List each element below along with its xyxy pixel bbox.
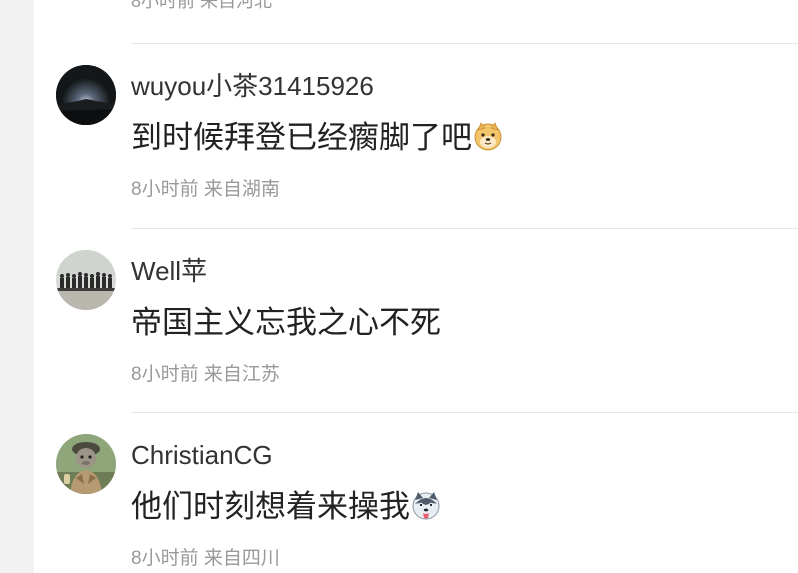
username[interactable]: Well苹 [131, 255, 207, 287]
comment-time: 8小时前 [131, 0, 196, 11]
comment-meta: 8小时前 来自四川 [131, 546, 280, 572]
comment-feed-page: 8小时前 来自河北 wuyou小茶31415926 到时候拜登已经瘸脚了吧 8小… [0, 0, 798, 573]
comment-text: 到时候拜登已经瘸脚了吧 [131, 120, 472, 155]
doge-icon [473, 121, 503, 151]
comment-location: 来自四川 [203, 548, 280, 569]
comment-text-row: 帝国主义忘我之心不死 [131, 303, 441, 343]
username[interactable]: ChristianCG [131, 439, 273, 471]
avatar-group-photo-image [56, 250, 116, 310]
previous-comment-meta: 8小时前 来自河北 [131, 0, 272, 13]
comment-meta: 8小时前 来自湖南 [131, 177, 280, 203]
husky-icon [411, 490, 441, 520]
avatar-night-sky-image [56, 65, 116, 125]
comment-item: ChristianCG 他们时刻想着来操我 8小时前 来自四川 [34, 413, 798, 573]
left-gutter [0, 0, 34, 573]
username[interactable]: wuyou小茶31415926 [131, 70, 374, 102]
comment-time: 8小时前 [131, 179, 199, 200]
comment-location: 来自江苏 [203, 364, 280, 385]
avatar[interactable] [56, 65, 116, 125]
comment-text-row: 他们时刻想着来操我 [131, 487, 441, 527]
comment-location: 来自湖南 [203, 179, 280, 200]
comment-item: Well苹 帝国主义忘我之心不死 8小时前 来自江苏 [34, 229, 798, 413]
comment-text-row: 到时候拜登已经瘸脚了吧 [131, 118, 503, 158]
comment-time: 8小时前 [131, 548, 199, 569]
avatar-soldier-figure-image [56, 434, 116, 494]
comment-time: 8小时前 [131, 364, 199, 385]
comment-list: 8小时前 来自河北 wuyou小茶31415926 到时候拜登已经瘸脚了吧 8小… [34, 0, 798, 573]
comment-text: 帝国主义忘我之心不死 [131, 305, 441, 340]
comment-text: 他们时刻想着来操我 [131, 489, 410, 524]
comment-meta: 8小时前 来自江苏 [131, 362, 280, 388]
comment-item: wuyou小茶31415926 到时候拜登已经瘸脚了吧 8小时前 来自湖南 [34, 44, 798, 228]
avatar[interactable] [56, 250, 116, 310]
comment-location: 来自河北 [200, 0, 273, 11]
avatar[interactable] [56, 434, 116, 494]
